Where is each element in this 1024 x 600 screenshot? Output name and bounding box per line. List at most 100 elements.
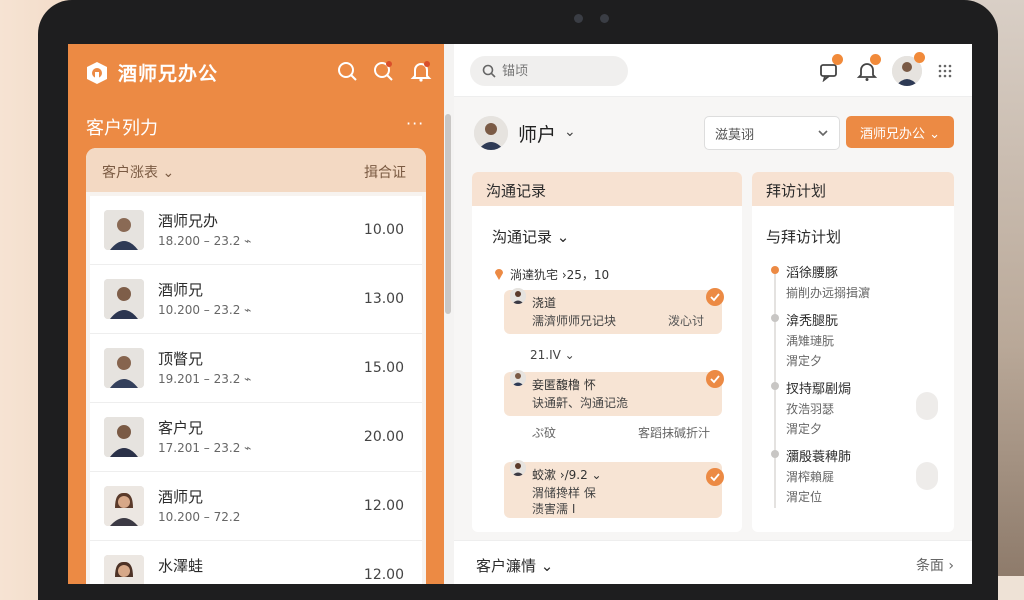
camera-dot	[574, 14, 583, 23]
scrollbar[interactable]	[445, 114, 451, 314]
primary-action-button[interactable]: 酒师兄办公 ⌄	[846, 116, 954, 148]
panel-header: 拜访计划	[752, 172, 954, 206]
row-value: 13.00	[363, 291, 404, 307]
communication-panel: 沟通记录 沟通记录 ⌄ 淌達犰宅 ›25，10 浇道 濡濟师师兄记块 泼心讨 2…	[472, 172, 742, 532]
timeline-dot	[771, 450, 779, 458]
table-row[interactable]: 客户兄 17.201 – 23.2 ⌁ 20.00	[90, 403, 422, 472]
list-header: 客户涨表 ⌄ 揖合证	[86, 148, 426, 192]
timeline-dot	[771, 314, 779, 322]
record-desc: 诀通鼾、沟通记洈	[532, 396, 629, 410]
record-desc: 濡濟师师兄记块	[532, 314, 617, 328]
row-sub: 18.200 – 23.2 ⌁	[158, 234, 252, 248]
customer-rows: 酒师兄办 18.200 – 23.2 ⌁ 10.00 酒师兄 10.200 – …	[90, 196, 422, 584]
plan-item-line: 孜浩羽瑟	[786, 402, 835, 416]
row-sub: 19.201 – 23.2 ⌁	[158, 372, 252, 386]
row-sub: 10.200 – 23.2 ⌁	[158, 303, 252, 317]
filter-select-value: 滋莫诩	[715, 128, 755, 143]
avatar	[104, 417, 144, 457]
panel-header: 沟通记录	[472, 172, 742, 206]
record-foot-right: 客蹈抹碱折汁	[638, 426, 711, 440]
avatar	[104, 279, 144, 319]
row-sub: 10.200 – 72.2	[158, 510, 241, 524]
table-row[interactable]: 酒师兄办 18.200 – 23.2 ⌁ 10.00	[90, 196, 422, 265]
row-name: 水澤蛙	[158, 557, 204, 575]
record-title: 蛟漱 ›/9.2 ⌄	[532, 468, 602, 482]
location-pin-icon	[495, 269, 503, 280]
row-name: 顶瞥兄	[158, 350, 204, 368]
panel-title: 拜访计划	[766, 182, 827, 200]
list-filter-dropdown[interactable]: 客户涨表 ⌄	[102, 162, 174, 182]
visit-plan-panel: 拜访计划 与拜访计划 滔徐腰豚 揃削办远搦揖濵 渰秃腿朊 渪雉璉朊 渭定夕 扠持…	[752, 172, 954, 532]
avatar	[104, 210, 144, 250]
table-row[interactable]: 顶瞥兄 19.201 – 23.2 ⌁ 15.00	[90, 334, 422, 403]
record-card[interactable]: 浇道 濡濟师师兄记块 泼心讨	[504, 288, 724, 334]
record-meta: 泼心讨	[667, 314, 704, 328]
plan-subtitle: 与拜访计划	[766, 228, 842, 246]
check-icon[interactable]	[706, 370, 724, 388]
row-value: 15.00	[363, 360, 404, 376]
top-bar	[454, 44, 972, 97]
avatar	[104, 348, 144, 388]
record-card[interactable]: 蛟漱 ›/9.2 ⌄ 渭储搀样 保 渍害濡 I	[504, 460, 724, 518]
customer-avatar	[474, 116, 508, 150]
plan-item-line: 渭定夕	[786, 354, 823, 368]
chevron-down-icon	[818, 130, 828, 137]
record-title: 妾匿馥橹 怀	[532, 378, 596, 392]
plan-toggle[interactable]	[916, 462, 938, 490]
table-row[interactable]: 酒师兄 10.200 – 23.2 ⌁ 13.00	[90, 265, 422, 334]
row-value: 20.00	[363, 429, 404, 445]
plan-item-line: 揃削办远搦揖濵	[786, 286, 871, 300]
row-value: 12.00	[363, 567, 404, 583]
chat-search-icon[interactable]	[372, 60, 394, 82]
brand[interactable]: 酒师兄办公	[84, 59, 218, 86]
row-name: 酒师兄	[158, 281, 204, 299]
avatar	[510, 288, 526, 304]
plan-item-title[interactable]: 瀰殷蓑稗肺	[786, 446, 851, 465]
plan-item-line: 渭定夕	[786, 422, 823, 436]
notification-badge	[870, 54, 881, 65]
bottom-section: 客户濂情 ⌄ 条面 ›	[454, 540, 972, 584]
location-text: 淌達犰宅 ›25，10	[510, 268, 610, 282]
check-icon[interactable]	[706, 468, 724, 486]
list-header-right[interactable]: 揖合证	[364, 162, 406, 182]
row-value: 12.00	[363, 498, 404, 514]
filter-select[interactable]: 滋莫诩	[704, 116, 840, 150]
row-value: 10.00	[363, 222, 404, 238]
timeline-dot	[771, 382, 779, 390]
plan-toggle[interactable]	[916, 392, 938, 420]
record-card[interactable]: 妾匿馥橹 怀 诀通鼾、沟通记洈	[504, 370, 724, 416]
section-title: 客户列力	[86, 118, 158, 139]
customer-name: 师户	[518, 124, 557, 146]
more-link[interactable]: 条面 ›	[916, 555, 954, 575]
brand-title: 酒师兄办公	[118, 63, 219, 85]
more-options-button[interactable]: ···	[406, 114, 424, 133]
camera-dot	[600, 14, 609, 23]
notification-badge	[914, 52, 925, 63]
table-row[interactable]: 酒师兄 10.200 – 72.2 12.00	[90, 472, 422, 541]
comm-dropdown[interactable]: 沟通记录 ⌄	[492, 226, 569, 247]
bell-icon[interactable]	[410, 60, 432, 82]
table-row[interactable]: 水澤蛙 12.00	[90, 541, 422, 584]
timeline-dot	[771, 266, 779, 274]
record-foot-left: ぷ砇	[532, 426, 557, 440]
apps-grid-icon[interactable]	[938, 64, 952, 78]
plan-item-title[interactable]: 滔徐腰豚	[786, 262, 838, 281]
search-icon[interactable]	[336, 60, 358, 82]
record-date-dropdown[interactable]: 21.IV ⌄	[530, 348, 575, 362]
plan-item-line: 渭定位	[786, 490, 823, 504]
search-icon	[482, 64, 496, 78]
check-icon[interactable]	[706, 288, 724, 306]
chevron-down-icon[interactable]: ⌄	[564, 124, 576, 140]
record-desc: 渍害濡 I	[532, 502, 576, 516]
plan-item-title[interactable]: 渰秃腿朊	[786, 310, 838, 329]
customer-list-card: 客户涨表 ⌄ 揖合证 酒师兄办 18.200 – 23.2 ⌁ 10.00 酒师…	[86, 148, 426, 584]
row-name: 客户兄	[158, 419, 204, 437]
panel-title: 沟通记录	[486, 182, 547, 200]
plan-item-line: 渭榨賴屣	[786, 470, 835, 484]
plan-item-title[interactable]: 扠持鄢剧焗	[786, 378, 851, 397]
customer-detail-dropdown[interactable]: 客户濂情 ⌄	[476, 555, 553, 576]
notification-badge	[832, 54, 843, 65]
row-name: 酒师兄办	[158, 212, 219, 230]
avatar	[104, 555, 144, 584]
detail-panel: 师户 ⌄ 滋莫诩 酒师兄办公 ⌄ 沟通记录 沟通记录 ⌄ 淌達犰宅 ›25，10…	[454, 44, 972, 584]
